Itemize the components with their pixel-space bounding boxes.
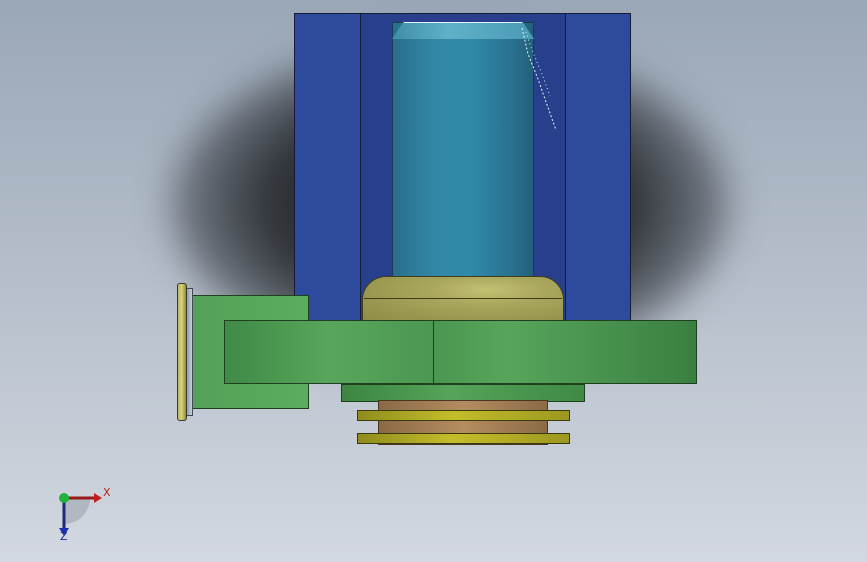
dome-cap-part[interactable] <box>362 276 564 322</box>
base-plate-split-edge <box>433 320 434 384</box>
flange-disc-part[interactable] <box>177 283 187 421</box>
washer-lower-part[interactable] <box>357 433 570 444</box>
reflection-sparkle <box>521 27 557 131</box>
washer-upper-part[interactable] <box>357 410 570 421</box>
piston-top-edge <box>404 22 522 23</box>
dome-edge-line <box>364 298 562 299</box>
z-axis-label: Z <box>60 530 68 543</box>
graphics-viewport[interactable]: X Z <box>0 0 867 562</box>
x-axis-label: X <box>103 486 111 499</box>
piston-chamfer-edge <box>392 22 534 39</box>
piston-cylinder-part[interactable] <box>392 22 534 280</box>
base-plate-part[interactable] <box>224 320 697 384</box>
